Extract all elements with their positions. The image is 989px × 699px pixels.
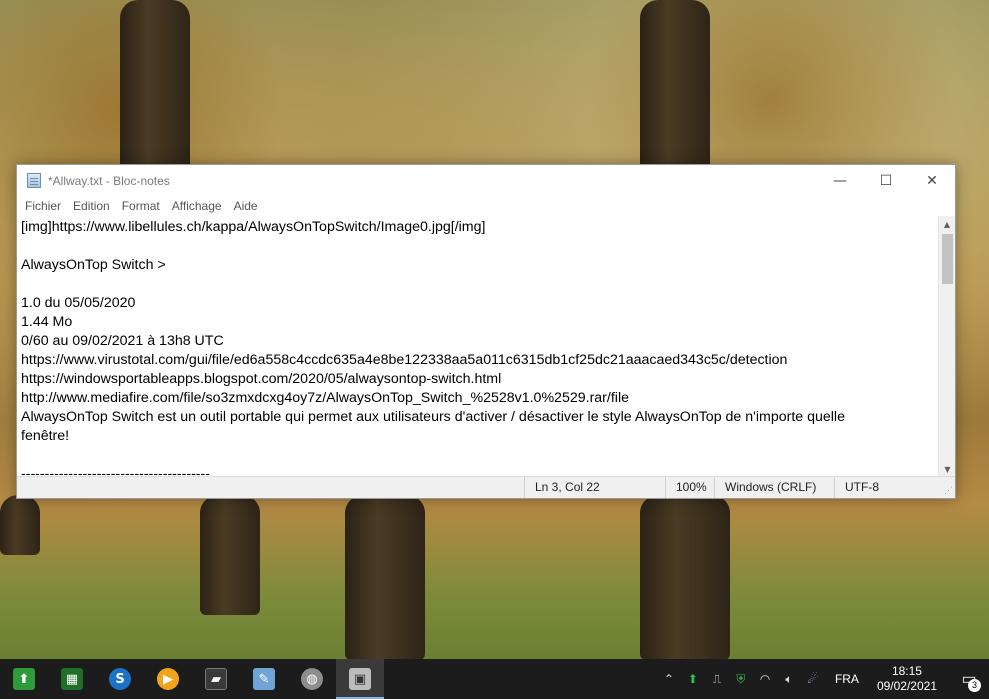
status-zoom: 100% <box>665 477 714 498</box>
wifi-icon[interactable]: ◠ <box>753 659 777 699</box>
menu-bar: Fichier Edition Format Affichage Aide <box>17 196 955 216</box>
text-line: fenêtre! <box>21 428 70 444</box>
text-line <box>21 275 937 294</box>
menu-edition[interactable]: Edition <box>67 199 116 213</box>
globe-icon: ◍ <box>301 668 323 690</box>
resize-grip-icon[interactable]: ⋰ <box>944 485 953 496</box>
usb-icon[interactable]: ⎍ <box>705 659 729 699</box>
text-line: 0/60 au 09/02/2021 à 13h8 UTC <box>21 333 224 349</box>
document-text[interactable]: [img]https://www.libellules.ch/kappa/Alw… <box>21 216 937 478</box>
text-line: AlwaysOnTop Switch est un outil portable… <box>21 409 845 425</box>
close-button[interactable]: ✕ <box>909 165 955 196</box>
status-line-ending: Windows (CRLF) <box>714 477 834 498</box>
scroll-up-icon[interactable]: ▲ <box>939 216 955 233</box>
text-line <box>21 446 937 465</box>
pad-icon: ✎ <box>253 668 275 690</box>
clock-date: 09/02/2021 <box>876 679 937 693</box>
green-arrow-tray-icon[interactable]: ⬆ <box>681 659 705 699</box>
status-bar: Ln 3, Col 22 100% Windows (CRLF) UTF-8 ⋰ <box>17 476 955 498</box>
menu-affichage[interactable]: Affichage <box>166 199 228 213</box>
taskbar-app-globe[interactable]: ◍ <box>288 659 336 699</box>
menu-aide[interactable]: Aide <box>228 199 264 213</box>
tree-trunk <box>120 0 190 180</box>
taskbar-app-notepad-pad[interactable]: ✎ <box>240 659 288 699</box>
text-line <box>21 237 937 256</box>
text-line: https://www.virustotal.com/gui/file/ed6a… <box>21 352 788 368</box>
menu-fichier[interactable]: Fichier <box>19 199 67 213</box>
notification-badge: 3 <box>968 679 981 692</box>
text-line: [img]https://www.libellules.ch/kappa/Alw… <box>21 219 486 235</box>
tree-trunk <box>640 0 710 180</box>
notepad-window[interactable]: *Allway.txt - Bloc-notes — ☐ ✕ Fichier E… <box>16 164 956 499</box>
title-bar[interactable]: *Allway.txt - Bloc-notes — ☐ ✕ <box>17 165 955 196</box>
notification-center-button[interactable]: ▭ 3 <box>949 659 989 699</box>
green-arrow-icon: ⬆ <box>13 668 35 690</box>
text-line: 1.0 du 05/05/2020 <box>21 295 136 311</box>
meteor-icon[interactable]: ☄ <box>801 659 825 699</box>
tree-trunk <box>640 495 730 660</box>
taskbar-app-s-blue[interactable]: S <box>96 659 144 699</box>
clock-time: 18:15 <box>891 664 922 678</box>
taskbar-app-network[interactable]: ▦ <box>48 659 96 699</box>
taskbar-app-sticky-notes[interactable]: ▰ <box>192 659 240 699</box>
maximize-button[interactable]: ☐ <box>863 165 909 196</box>
clock[interactable]: 18:15 09/02/2021 <box>869 664 949 694</box>
s-logo-icon: S <box>109 668 131 690</box>
close-icon: ✕ <box>926 172 938 189</box>
text-line: http://www.mediafire.com/file/so3zmxdcxg… <box>21 390 629 406</box>
shield-icon[interactable]: ⛨ <box>729 659 753 699</box>
maximize-icon: ☐ <box>879 172 893 189</box>
network-icon: ▦ <box>61 668 83 690</box>
tree-trunk <box>345 495 425 660</box>
text-line: 1.44 Mo <box>21 314 73 330</box>
system-tray: ⌃ ⬆ ⎍ ⛨ ◠ 🔈︎ ☄ FRA 18:15 09/02/2021 ▭ 3 <box>657 659 989 699</box>
vertical-scrollbar[interactable]: ▲ ▼ <box>938 216 955 478</box>
text-editor[interactable]: [img]https://www.libellules.ch/kappa/Alw… <box>17 216 955 478</box>
minimize-icon: — <box>833 172 847 189</box>
taskbar: ⬆ ▦ S ▶ ▰ ✎ ◍ ▣ ⌃ ⬆ ⎍ ⛨ ◠ 🔈︎ ☄ FRA 18:15… <box>0 659 989 699</box>
language-indicator[interactable]: FRA <box>825 672 869 686</box>
monitor-icon: ▣ <box>349 668 371 690</box>
play-icon: ▶ <box>157 668 179 690</box>
minimize-button[interactable]: — <box>817 165 863 196</box>
status-cursor-position: Ln 3, Col 22 <box>524 477 665 498</box>
taskbar-app-notepad-active[interactable]: ▣ <box>336 659 384 699</box>
notepad-icon <box>27 173 41 188</box>
volume-icon[interactable]: 🔈︎ <box>777 659 801 699</box>
tree-trunk <box>200 495 260 615</box>
chevron-up-icon[interactable]: ⌃ <box>657 659 681 699</box>
tree-trunk <box>0 495 40 555</box>
taskbar-app-green-arrow[interactable]: ⬆ <box>0 659 48 699</box>
text-line: AlwaysOnTop Switch > <box>21 257 166 273</box>
status-encoding: UTF-8 <box>834 477 944 498</box>
text-line: https://windowsportableapps.blogspot.com… <box>21 371 502 387</box>
menu-format[interactable]: Format <box>116 199 166 213</box>
note-icon: ▰ <box>205 668 227 690</box>
window-title: *Allway.txt - Bloc-notes <box>48 173 170 188</box>
taskbar-app-media-player[interactable]: ▶ <box>144 659 192 699</box>
scroll-thumb[interactable] <box>942 234 953 284</box>
